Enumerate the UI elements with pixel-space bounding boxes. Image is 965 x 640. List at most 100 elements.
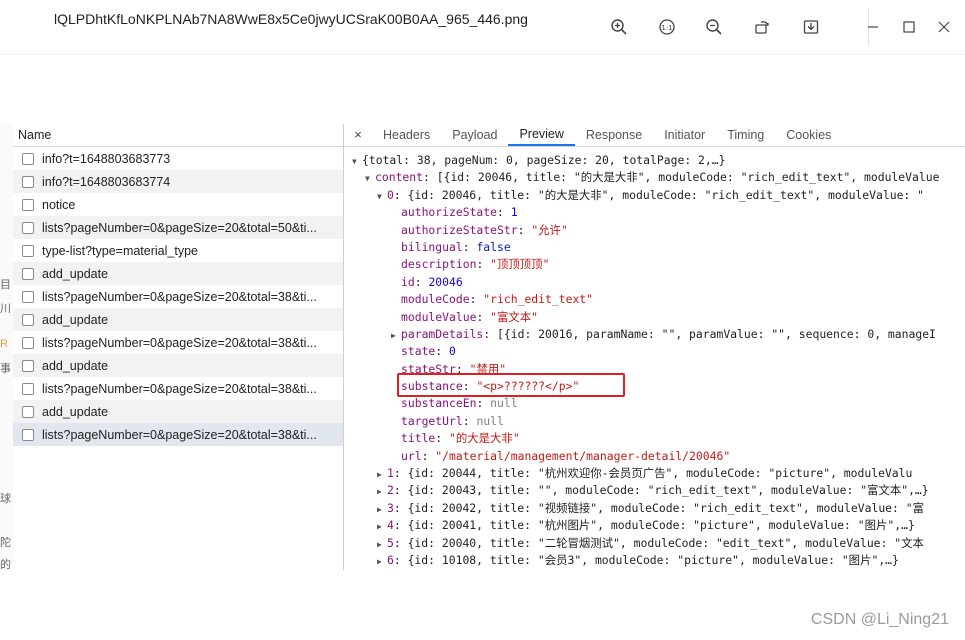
json-field-row[interactable]: ▶ paramDetails: [{id: 20016, paramName: "… <box>344 326 965 343</box>
json-key: 4 <box>387 518 394 533</box>
request-row[interactable]: lists?pageNumber=0&pageSize=20&total=38&… <box>13 285 343 308</box>
collapsed-triangle-icon[interactable]: ▶ <box>377 518 387 534</box>
tab-preview[interactable]: Preview <box>508 124 575 146</box>
tab-initiator[interactable]: Initiator <box>653 124 716 146</box>
json-field-row: moduleCode: "rich_edit_text" <box>401 292 594 307</box>
json-root-row[interactable]: ▼ {total: 38, pageNum: 0, pageSize: 20, t… <box>344 152 965 169</box>
csdn-watermark: CSDN @Li_Ning21 <box>810 611 949 628</box>
json-item-row[interactable]: ▶ 2: {id: 20043, title: "", moduleCode: "… <box>344 482 965 499</box>
request-checkbox[interactable] <box>22 359 34 372</box>
json-item-summary: {id: 20044, title: "杭州欢迎你-会员页广告", module… <box>407 466 913 481</box>
request-row[interactable]: add_update <box>13 262 343 285</box>
request-checkbox[interactable] <box>22 428 34 441</box>
json-item-summary: {id: 20043, title: "", moduleCode: "rich… <box>407 483 929 498</box>
json-item-row[interactable]: ▶ 1: {id: 20044, title: "杭州欢迎你-会员页广告", mo… <box>344 465 965 482</box>
json-key: 5 <box>387 535 394 550</box>
json-value: "允许" <box>531 222 568 237</box>
request-checkbox[interactable] <box>22 313 34 326</box>
json-item-0-summary: {id: 20046, title: "的大是大非", moduleCode: … <box>407 187 925 202</box>
request-row[interactable]: lists?pageNumber=0&pageSize=20&total=38&… <box>13 331 343 354</box>
tab-payload[interactable]: Payload <box>441 124 508 146</box>
json-content-row[interactable]: ▼ content: [{id: 20046, title: "的大是大非", m… <box>344 169 965 186</box>
json-value: "/material/management/manager-detail/200… <box>435 448 731 463</box>
json-value: 0 <box>449 344 456 359</box>
bg-fragment: 球 <box>0 493 11 505</box>
bg-fragment: 目 <box>0 279 11 291</box>
json-item-0-row[interactable]: ▼ 0: {id: 20046, title: "的大是大非", moduleCo… <box>344 187 965 204</box>
close-icon[interactable] <box>933 16 955 38</box>
json-value: "顶顶顶顶" <box>490 257 550 272</box>
request-row[interactable]: add_update <box>13 354 343 377</box>
request-row[interactable]: lists?pageNumber=0&pageSize=20&total=38&… <box>13 423 343 446</box>
close-detail-icon[interactable]: × <box>344 124 372 146</box>
json-value: [{id: 20016, paramName: "", paramValue: … <box>497 326 936 341</box>
tab-response[interactable]: Response <box>575 124 653 146</box>
request-checkbox[interactable] <box>22 221 34 234</box>
json-value: 20046 <box>428 274 463 289</box>
request-row[interactable]: info?t=1648803683773 <box>13 147 343 170</box>
request-row[interactable]: lists?pageNumber=0&pageSize=20&total=38&… <box>13 377 343 400</box>
request-checkbox[interactable] <box>22 198 34 211</box>
json-field-row: substanceEn: null <box>401 396 518 411</box>
request-row[interactable]: notice <box>13 193 343 216</box>
tab-timing[interactable]: Timing <box>716 124 775 146</box>
json-field-row: state: 0 <box>401 344 456 359</box>
collapsed-triangle-icon[interactable]: ▶ <box>391 327 401 343</box>
json-item-row[interactable]: ▶ 6: {id: 10108, title: "会员3", moduleCode… <box>344 552 965 569</box>
request-checkbox[interactable] <box>22 290 34 303</box>
json-key: 3 <box>387 500 394 515</box>
tab-headers[interactable]: Headers <box>372 124 441 146</box>
request-name: add_update <box>42 404 109 419</box>
request-name: info?t=1648803683774 <box>42 174 171 189</box>
collapsed-triangle-icon[interactable]: ▶ <box>377 536 387 552</box>
json-key: 2 <box>387 483 394 498</box>
request-checkbox[interactable] <box>22 267 34 280</box>
collapsed-triangle-icon[interactable]: ▶ <box>377 466 387 482</box>
json-item-row[interactable]: ▶ 4: {id: 20041, title: "杭州图片", moduleCod… <box>344 517 965 534</box>
request-row[interactable]: add_update <box>13 400 343 423</box>
request-checkbox[interactable] <box>22 244 34 257</box>
column-header-name[interactable]: Name <box>13 124 343 147</box>
bg-fragment: 事 <box>0 363 11 375</box>
request-row[interactable]: type-list?type=material_type <box>13 239 343 262</box>
zoom-in-icon[interactable] <box>608 16 630 38</box>
collapsed-triangle-icon[interactable]: ▶ <box>377 553 387 569</box>
json-item-row[interactable]: ▶ 5: {id: 20040, title: "二轮冒烟测试", moduleC… <box>344 535 965 552</box>
expanded-triangle-icon[interactable]: ▼ <box>365 170 375 186</box>
request-row[interactable]: info?t=1648803683774 <box>13 170 343 193</box>
request-row[interactable]: add_update <box>13 308 343 331</box>
json-item-row[interactable]: ▶ 3: {id: 20042, title: "视频链接", moduleCod… <box>344 500 965 517</box>
request-name: notice <box>42 197 76 212</box>
json-field-row: url: "/material/management/manager-detai… <box>401 448 731 463</box>
expanded-triangle-icon[interactable]: ▼ <box>377 188 387 204</box>
zoom-out-icon[interactable] <box>703 16 725 38</box>
maximize-icon[interactable] <box>898 16 920 38</box>
request-rows: info?t=1648803683773 info?t=1648803683774… <box>13 147 343 446</box>
collapsed-triangle-icon[interactable]: ▶ <box>377 501 387 517</box>
json-key: 1 <box>387 466 394 481</box>
download-icon[interactable] <box>800 16 822 38</box>
bg-fragment: R <box>0 338 8 350</box>
collapsed-triangle-icon[interactable]: ▶ <box>377 483 387 499</box>
json-key: moduleCode <box>401 292 470 307</box>
request-checkbox[interactable] <box>22 382 34 395</box>
actual-size-icon[interactable]: 1:1 <box>656 16 678 38</box>
request-checkbox[interactable] <box>22 405 34 418</box>
request-checkbox[interactable] <box>22 336 34 349</box>
json-key: targetUrl <box>401 413 463 428</box>
request-checkbox[interactable] <box>22 152 34 165</box>
minimize-icon[interactable] <box>862 16 884 38</box>
json-field-row: authorizeStateStr: "允许" <box>401 222 568 237</box>
request-checkbox[interactable] <box>22 175 34 188</box>
json-root-summary: {total: 38, pageNum: 0, pageSize: 20, to… <box>362 153 726 167</box>
json-value: false <box>476 239 511 254</box>
expanded-triangle-icon[interactable]: ▼ <box>352 153 362 169</box>
tab-cookies[interactable]: Cookies <box>775 124 842 146</box>
json-key: id <box>401 274 415 289</box>
request-row[interactable]: lists?pageNumber=0&pageSize=20&total=50&… <box>13 216 343 239</box>
rotate-icon[interactable] <box>751 16 773 38</box>
request-detail-pane: × Headers Payload Preview Response Initi… <box>344 124 965 570</box>
json-value: "富文本" <box>490 309 539 324</box>
json-key: url <box>401 448 422 463</box>
json-field-row: authorizeState: 1 <box>401 205 518 220</box>
